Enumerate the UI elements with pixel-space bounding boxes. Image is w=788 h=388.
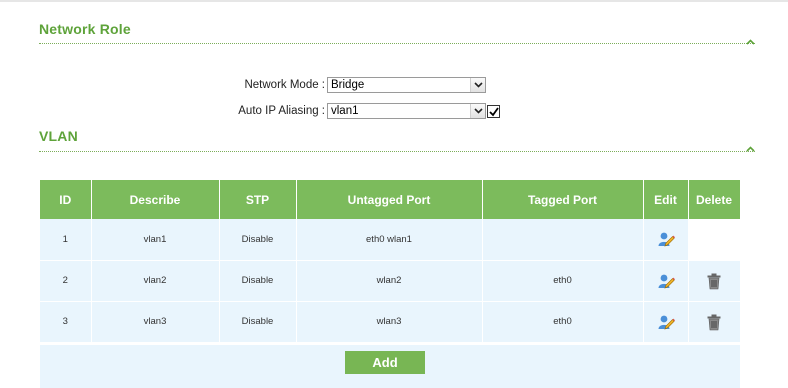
user-edit-icon[interactable] bbox=[657, 272, 675, 290]
table-row: 1 vlan1 Disable eth0 wlan1 bbox=[40, 219, 741, 261]
cell-describe: vlan3 bbox=[91, 301, 220, 343]
add-vlan-button[interactable]: Add bbox=[345, 351, 425, 374]
network-role-divider bbox=[39, 43, 755, 44]
cell-delete bbox=[688, 260, 741, 302]
cell-stp: Disable bbox=[219, 260, 297, 302]
cell-edit bbox=[643, 260, 689, 302]
auto-ip-aliasing-select[interactable]: vlan1 bbox=[327, 103, 486, 119]
network-mode-label: Network Mode : bbox=[244, 79, 325, 91]
check-icon bbox=[489, 107, 499, 117]
network-mode-select[interactable]: Bridge bbox=[327, 77, 486, 93]
column-header-id: ID bbox=[40, 180, 92, 219]
cell-delete bbox=[688, 301, 741, 343]
cell-untagged-port: wlan2 bbox=[296, 260, 483, 302]
cell-id: 3 bbox=[40, 301, 92, 343]
cell-tagged-port: eth0 bbox=[482, 260, 644, 302]
cell-describe: vlan2 bbox=[91, 260, 220, 302]
cell-id: 2 bbox=[40, 260, 92, 302]
column-header-stp: STP bbox=[219, 180, 297, 219]
user-edit-icon[interactable] bbox=[657, 230, 675, 248]
chevron-down-icon bbox=[474, 108, 483, 114]
cell-tagged-port bbox=[482, 219, 644, 261]
cell-delete bbox=[688, 219, 741, 261]
auto-ip-aliasing-label: Auto IP Aliasing : bbox=[238, 105, 325, 117]
cell-describe: vlan1 bbox=[91, 219, 220, 261]
trash-icon[interactable] bbox=[705, 313, 723, 331]
column-header-describe: Describe bbox=[91, 180, 220, 219]
network-mode-value: Bridge bbox=[331, 79, 365, 91]
chevron-up-icon[interactable] bbox=[746, 146, 755, 152]
cell-untagged-port: eth0 wlan1 bbox=[296, 219, 483, 261]
auto-ip-aliasing-checkbox[interactable] bbox=[487, 105, 500, 118]
dropdown-arrow[interactable] bbox=[470, 78, 485, 92]
vlan-title: VLAN bbox=[39, 128, 78, 144]
table-header-row: ID Describe STP Untagged Port Tagged Por… bbox=[40, 180, 741, 219]
cell-stp: Disable bbox=[219, 219, 297, 261]
cell-edit bbox=[643, 301, 689, 343]
cell-stp: Disable bbox=[219, 301, 297, 343]
column-header-edit: Edit bbox=[643, 180, 689, 219]
chevron-up-icon[interactable] bbox=[746, 39, 755, 45]
vlan-table: ID Describe STP Untagged Port Tagged Por… bbox=[40, 180, 741, 343]
column-header-tagged-port: Tagged Port bbox=[482, 180, 644, 219]
dropdown-arrow[interactable] bbox=[470, 104, 485, 118]
vlan-divider bbox=[39, 151, 755, 152]
user-edit-icon[interactable] bbox=[657, 313, 675, 331]
trash-icon[interactable] bbox=[705, 272, 723, 290]
cell-untagged-port: wlan3 bbox=[296, 301, 483, 343]
cell-id: 1 bbox=[40, 219, 92, 261]
table-row: 2 vlan2 Disable wlan2 eth0 bbox=[40, 260, 741, 302]
cell-edit bbox=[643, 219, 689, 261]
chevron-down-icon bbox=[474, 82, 483, 88]
network-role-title: Network Role bbox=[39, 21, 131, 37]
column-header-untagged-port: Untagged Port bbox=[296, 180, 483, 219]
auto-ip-aliasing-value: vlan1 bbox=[331, 105, 359, 117]
add-bar: Add bbox=[40, 345, 740, 388]
top-border bbox=[0, 0, 788, 2]
cell-tagged-port: eth0 bbox=[482, 301, 644, 343]
table-row: 3 vlan3 Disable wlan3 eth0 bbox=[40, 301, 741, 343]
column-header-delete: Delete bbox=[688, 180, 741, 219]
